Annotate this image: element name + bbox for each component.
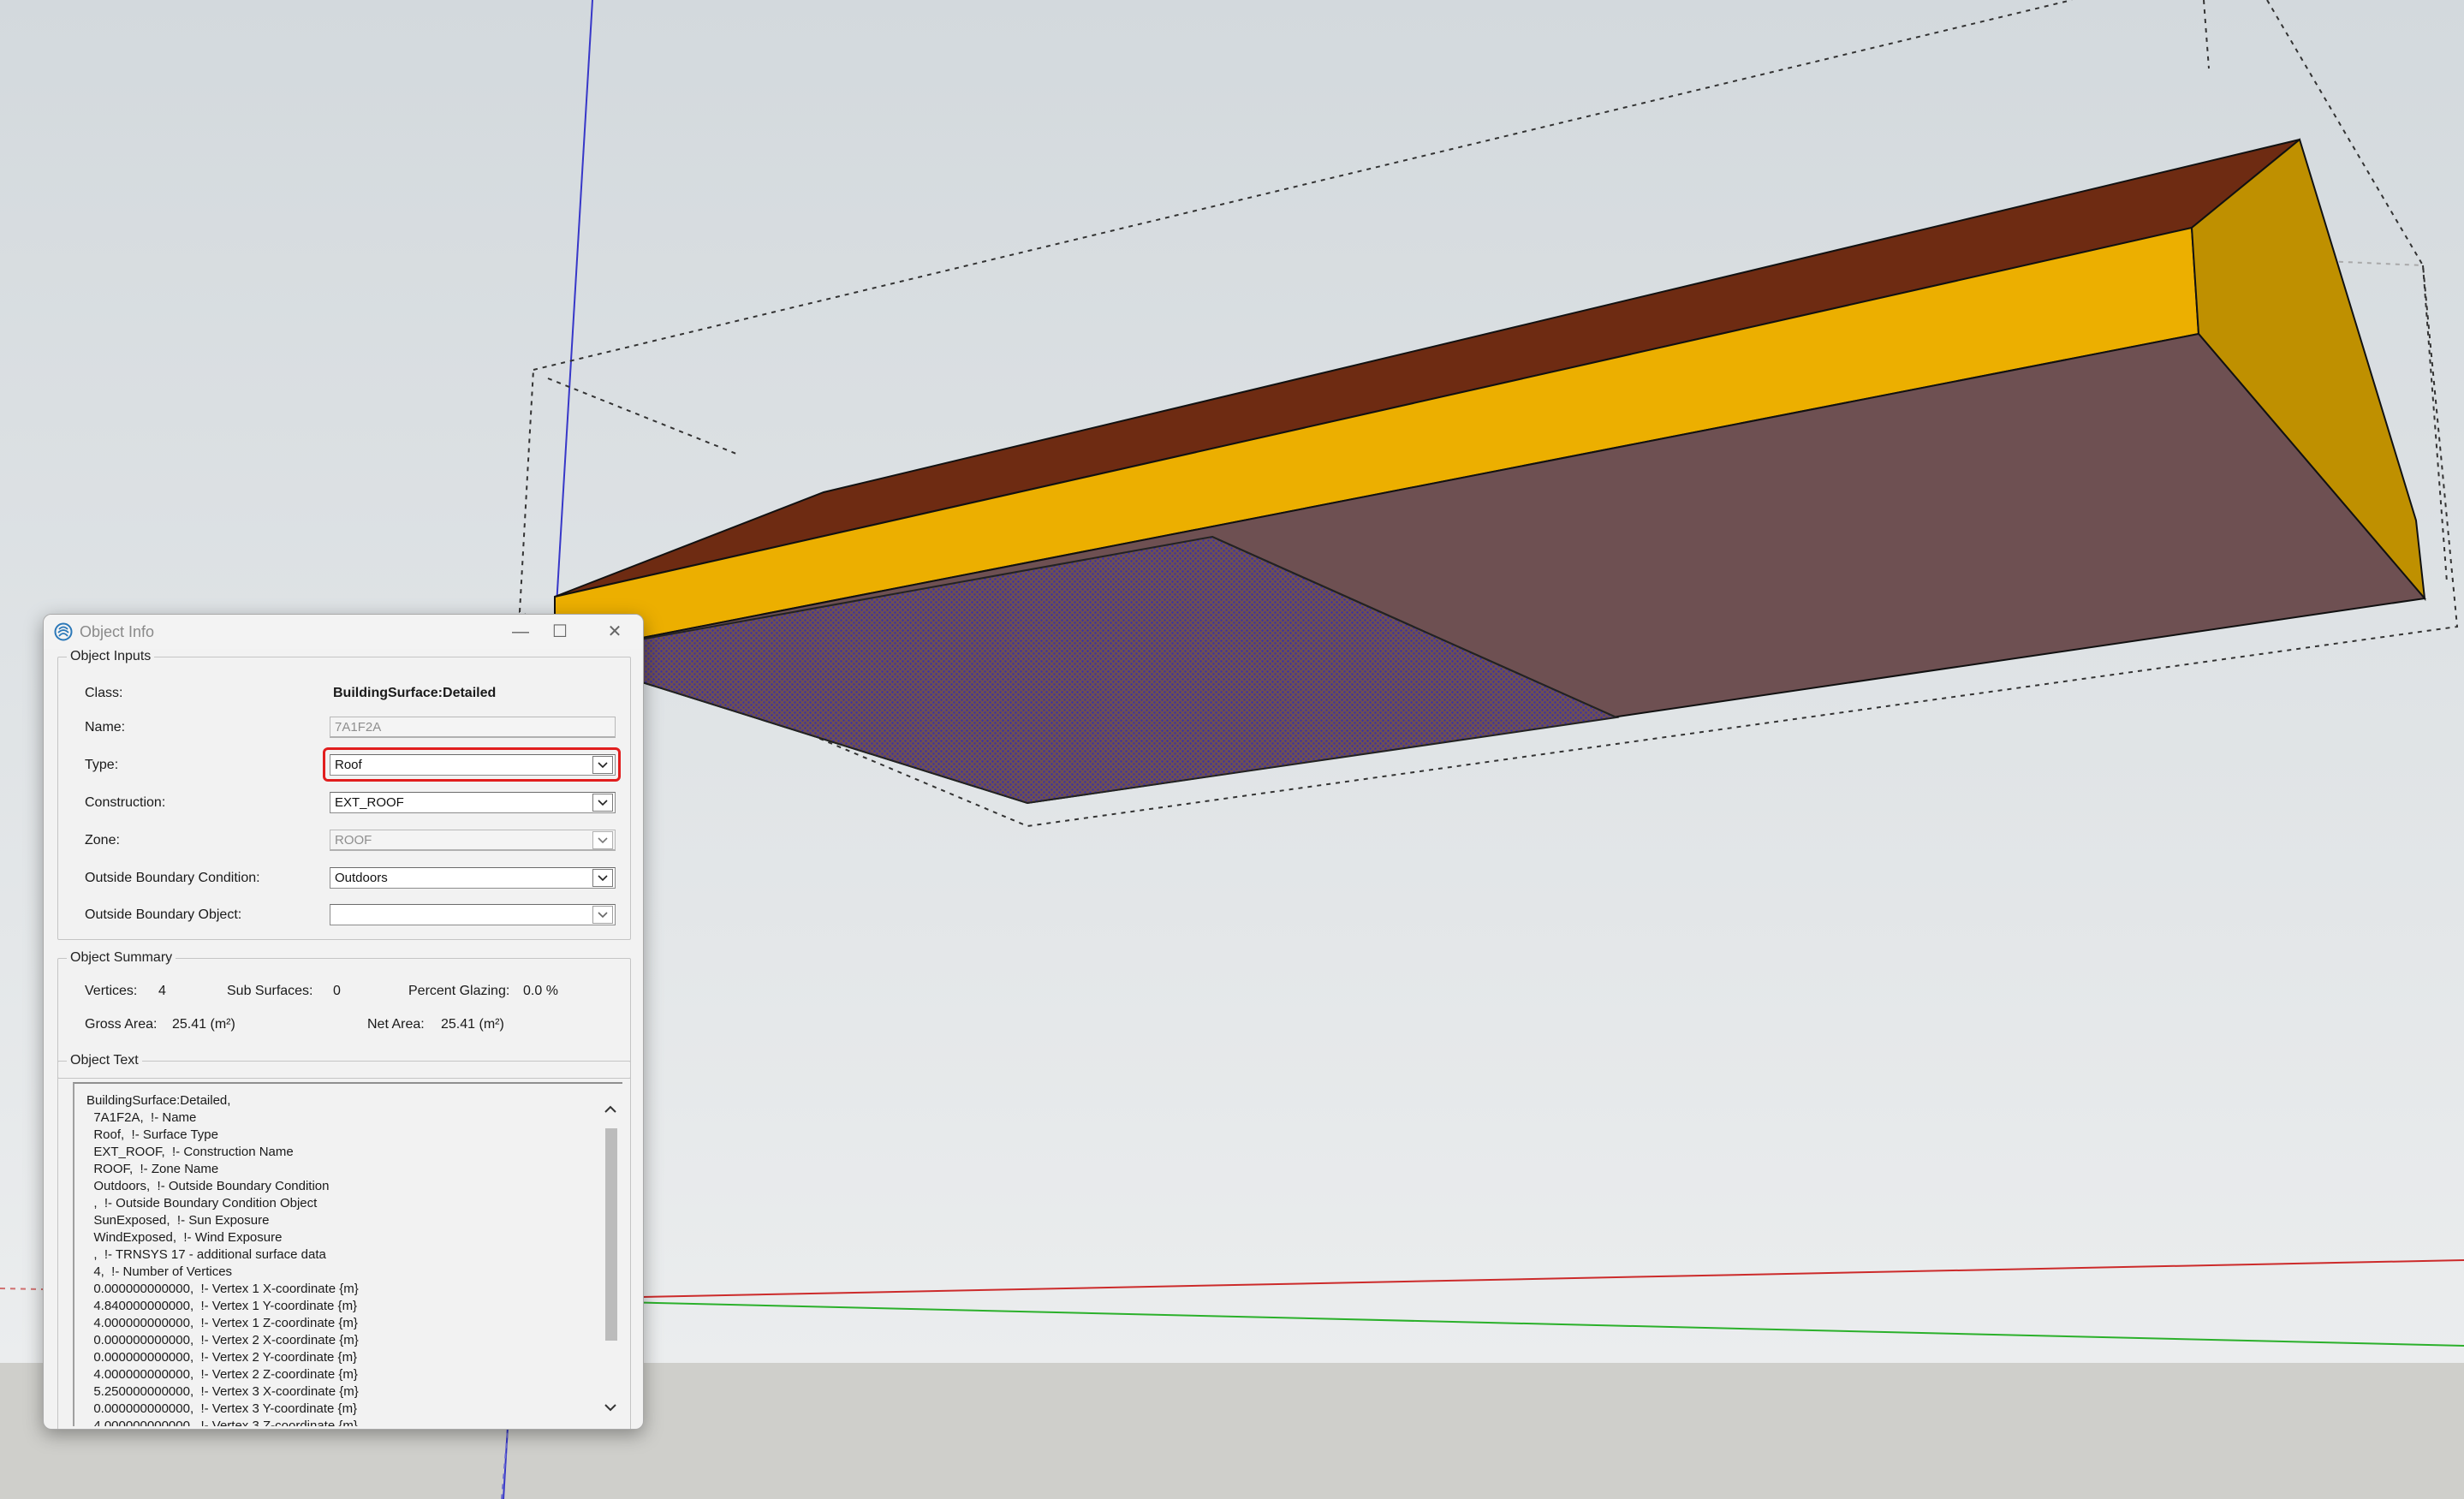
zone-select-value: ROOF (335, 833, 372, 848)
object-text-line: SunExposed, !- Sun Exposure (86, 1213, 270, 1228)
object-text-line: 4, !- Number of Vertices (86, 1264, 233, 1279)
chevron-down-icon[interactable] (592, 906, 613, 924)
object-text-line: Outdoors, !- Outside Boundary Condition (86, 1179, 330, 1193)
gross-area-value: 25.41 (m²) (172, 1017, 235, 1032)
object-text-line: BuildingSurface:Detailed, (86, 1093, 231, 1108)
object-text-line: 7A1F2A, !- Name (86, 1110, 197, 1125)
zone-label: Zone: (85, 833, 120, 848)
class-value: BuildingSurface:Detailed (333, 686, 497, 700)
object-text-line: Roof, !- Surface Type (86, 1127, 218, 1142)
maximize-button[interactable]: ☐ (540, 616, 580, 647)
outside-boundary-condition-label: Outside Boundary Condition: (85, 871, 260, 885)
object-text-legend: Object Text (70, 1053, 139, 1068)
chevron-down-icon[interactable] (592, 794, 613, 812)
object-text-line: WindExposed, !- Wind Exposure (86, 1230, 283, 1245)
outside-boundary-condition-value: Outdoors (335, 871, 388, 885)
object-text-line: 0.000000000000, !- Vertex 1 X-coordinate… (86, 1282, 359, 1296)
sub-surfaces-value: 0 (333, 984, 341, 998)
chevron-down-icon (592, 831, 613, 849)
object-text-line: 5.250000000000, !- Vertex 3 X-coordinate… (86, 1384, 359, 1399)
gross-area-label: Gross Area: (85, 1017, 158, 1032)
vertices-value: 4 (158, 984, 166, 998)
object-text-line: 0.000000000000, !- Vertex 2 X-coordinate… (86, 1333, 359, 1347)
outside-boundary-condition-select[interactable]: Outdoors (330, 867, 616, 889)
sketchup-openstudio-icon (54, 622, 73, 641)
class-label: Class: (85, 686, 123, 700)
name-field: 7A1F2A (330, 717, 616, 738)
object-text-line: , !- Outside Boundary Condition Object (86, 1196, 318, 1211)
object-text-line: 4.840000000000, !- Vertex 1 Y-coordinate… (86, 1299, 358, 1313)
name-label: Name: (85, 720, 126, 735)
object-text-line: ROOF, !- Zone Name (86, 1162, 219, 1176)
construction-select-value: EXT_ROOF (335, 795, 404, 810)
net-area-label: Net Area: (367, 1017, 425, 1032)
zone-select: ROOF (330, 830, 616, 851)
object-inputs-legend: Object Inputs (70, 649, 152, 663)
outside-boundary-object-select[interactable] (330, 904, 616, 925)
object-info-dialog: Object Info — ☐ ✕ Object Inputs Class: B… (43, 614, 644, 1430)
object-text-line: 4.000000000000, !- Vertex 1 Z-coordinate… (86, 1316, 358, 1330)
construction-select[interactable]: EXT_ROOF (330, 792, 616, 813)
chevron-down-icon[interactable] (592, 869, 613, 887)
type-label: Type: (85, 758, 119, 772)
object-text-scrollbar[interactable] (598, 1084, 622, 1425)
object-text-lines: BuildingSurface:Detailed, 7A1F2A, !- Nam… (74, 1092, 588, 1426)
object-text-line: EXT_ROOF, !- Construction Name (86, 1145, 294, 1159)
percent-glazing-value: 0.0 % (523, 984, 558, 998)
scroll-thumb[interactable] (605, 1128, 617, 1341)
sub-surfaces-label: Sub Surfaces: (227, 984, 313, 998)
title-bar[interactable]: Object Info — ☐ ✕ (44, 615, 643, 649)
vertices-label: Vertices: (85, 984, 138, 998)
chevron-up-icon[interactable] (604, 1103, 617, 1116)
net-area-value: 25.41 (m²) (441, 1017, 504, 1032)
construction-label: Construction: (85, 795, 166, 810)
type-highlight-annotation (323, 747, 621, 782)
object-text-line: 4.000000000000, !- Vertex 3 Z-coordinate… (86, 1419, 358, 1426)
close-button[interactable]: ✕ (595, 616, 634, 647)
object-text-area[interactable]: BuildingSurface:Detailed, 7A1F2A, !- Nam… (73, 1082, 622, 1426)
object-text-line: 4.000000000000, !- Vertex 2 Z-coordinate… (86, 1367, 358, 1382)
window-title: Object Info (80, 623, 155, 640)
object-text-line: , !- TRNSYS 17 - additional surface data (86, 1247, 326, 1262)
object-text-line: 0.000000000000, !- Vertex 2 Y-coordinate… (86, 1350, 358, 1365)
object-summary-legend: Object Summary (70, 950, 173, 965)
minimize-button[interactable]: — (501, 616, 540, 647)
percent-glazing-label: Percent Glazing: (408, 984, 510, 998)
outside-boundary-object-label: Outside Boundary Object: (85, 907, 242, 922)
chevron-down-icon[interactable] (604, 1401, 617, 1414)
object-text-line: 0.000000000000, !- Vertex 3 Y-coordinate… (86, 1401, 358, 1416)
